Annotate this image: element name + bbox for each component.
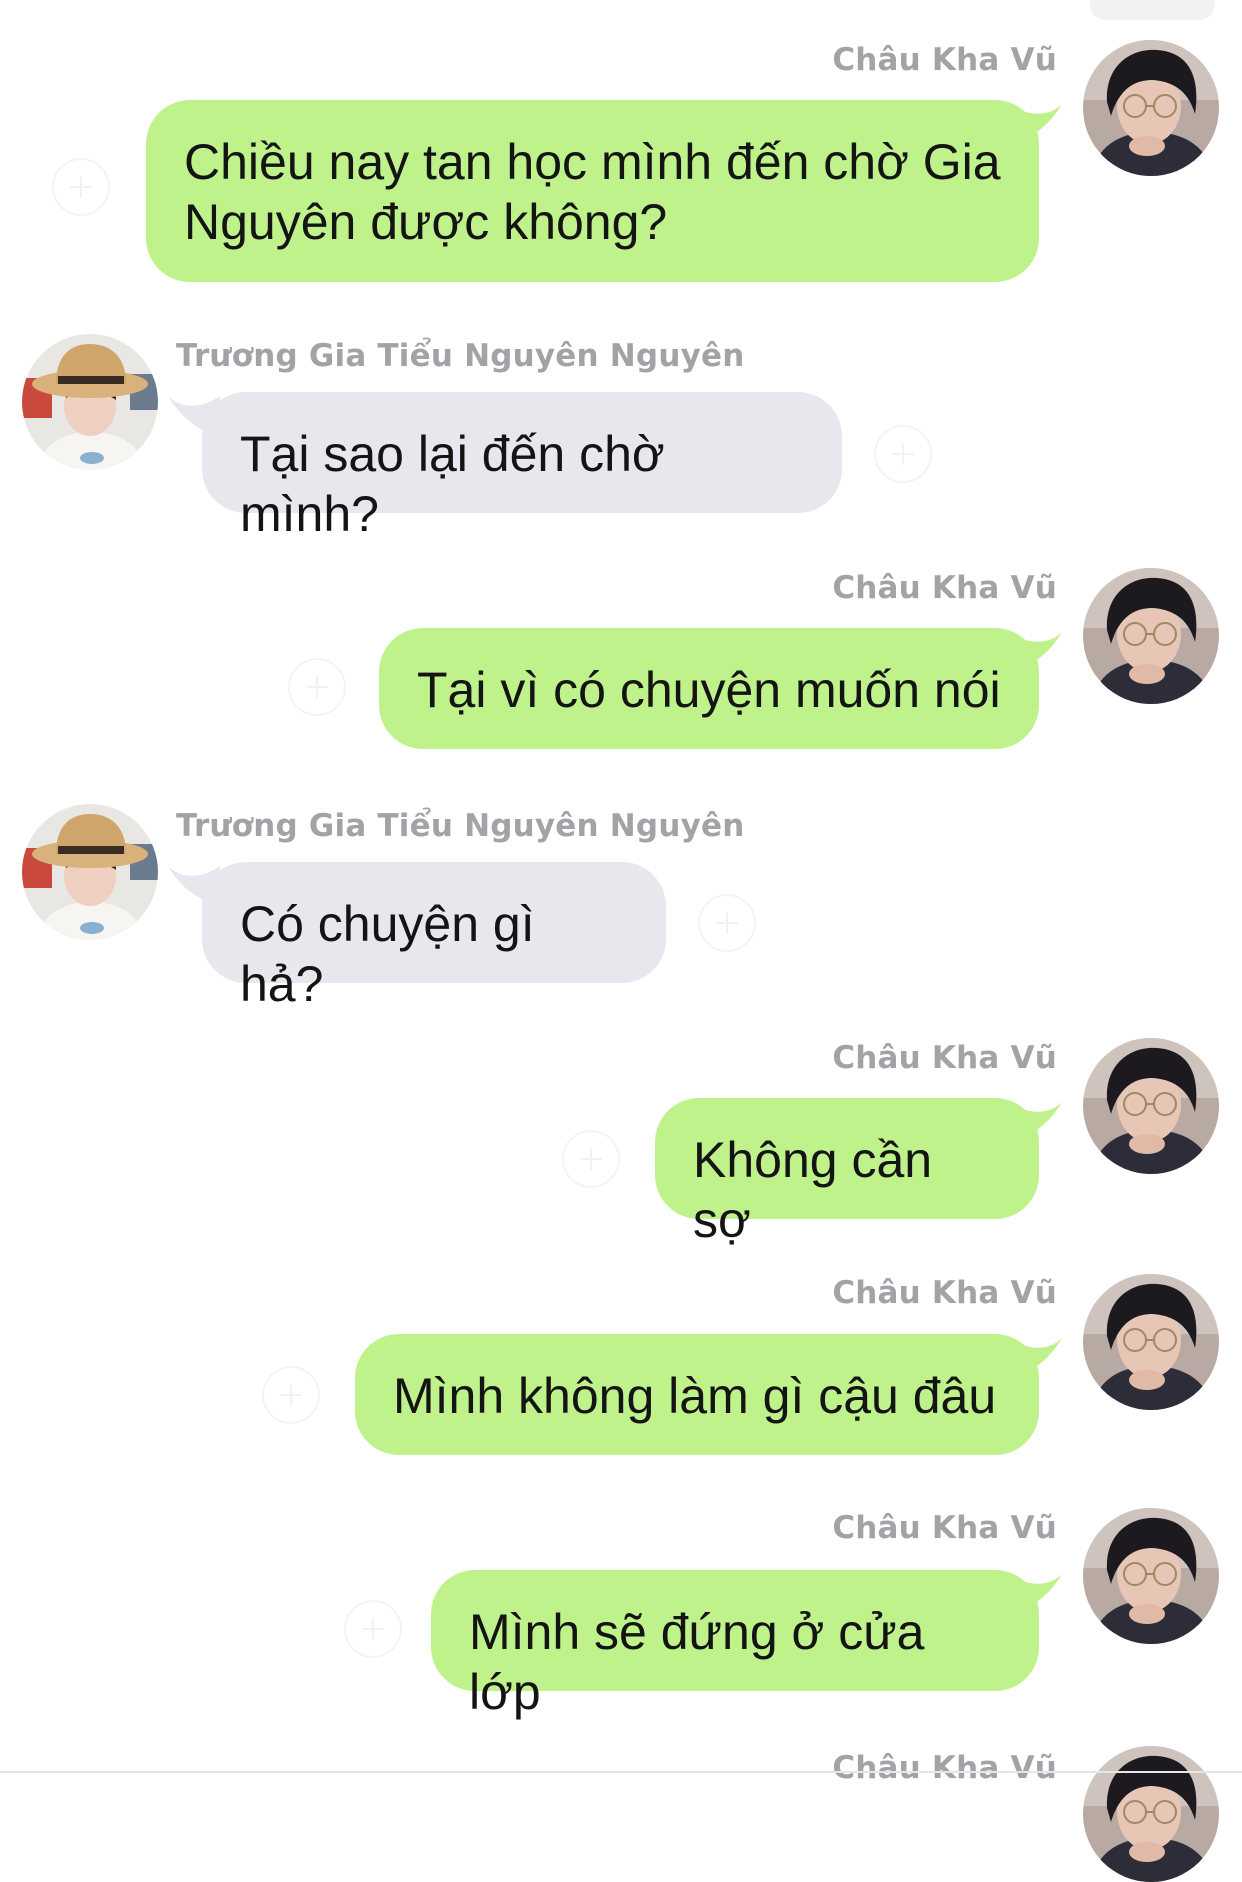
sender-avatar[interactable] (1083, 1038, 1219, 1174)
sender-name: Châu Kha Vũ (832, 1750, 1057, 1786)
message-text-line: Chiều nay tan học mình đến chờ Gia (184, 134, 1001, 190)
message-text-line: Có chuyện gì hả? (240, 896, 535, 1012)
sender-name: Châu Kha Vũ (832, 1510, 1057, 1546)
message-bubble[interactable]: Tại sao lại đến chờ mình? (202, 392, 842, 542)
sender-name: Châu Kha Vũ (832, 1275, 1057, 1311)
sender-name: Trương Gia Tiểu Nguyên Nguyên (176, 338, 745, 374)
bubble-tail (1010, 104, 1062, 144)
add-reaction-icon[interactable] (288, 658, 346, 716)
bubble-tail (1010, 1102, 1062, 1142)
sender-name: Châu Kha Vũ (832, 42, 1057, 78)
message-bubble[interactable]: Tại vì có chuyện muốn nói (379, 628, 1039, 749)
message-text-line: Không cần sợ (693, 1132, 933, 1248)
sender-avatar[interactable] (1083, 40, 1219, 176)
bubble-tail (1010, 1338, 1062, 1378)
sender-avatar[interactable] (1083, 568, 1219, 704)
add-reaction-icon[interactable] (698, 894, 756, 952)
sender-avatar[interactable] (1083, 1274, 1219, 1410)
message-bubble[interactable]: Không cần sợ (655, 1098, 1039, 1248)
message-text-line: Mình sẽ đứng ở cửa lớp (469, 1604, 925, 1720)
bubble-tail (1010, 632, 1062, 672)
sender-avatar[interactable] (22, 804, 158, 940)
sender-name: Châu Kha Vũ (832, 1040, 1057, 1076)
message-bubble[interactable]: Mình sẽ đứng ở cửa lớp (431, 1570, 1039, 1720)
message-text-line: Nguyên được không? (184, 194, 668, 250)
message-text-line: Tại sao lại đến chờ mình? (240, 426, 665, 542)
message-text-line: Tại vì có chuyện muốn nói (417, 662, 1001, 718)
add-reaction-icon[interactable] (874, 425, 932, 483)
message-bubble[interactable]: Có chuyện gì hả? (202, 862, 666, 1012)
bubble-tail (168, 396, 220, 436)
add-reaction-icon[interactable] (52, 158, 110, 216)
divider (0, 1771, 1242, 1773)
message-bubble[interactable]: Mình không làm gì cậu đâu (355, 1334, 1039, 1455)
sender-name: Châu Kha Vũ (832, 570, 1057, 606)
bubble-tail (1010, 1574, 1062, 1614)
add-reaction-icon[interactable] (262, 1366, 320, 1424)
sender-avatar[interactable] (1083, 1508, 1219, 1644)
message-text-line: Mình không làm gì cậu đâu (393, 1368, 997, 1424)
sender-avatar[interactable] (22, 334, 158, 470)
add-reaction-icon[interactable] (344, 1600, 402, 1658)
add-reaction-icon[interactable] (562, 1130, 620, 1188)
bubble-tail (168, 866, 220, 906)
sender-avatar[interactable] (1083, 1746, 1219, 1882)
sender-name: Trương Gia Tiểu Nguyên Nguyên (176, 808, 745, 844)
top-status-pill (1090, 0, 1215, 20)
message-bubble[interactable]: Chiều nay tan học mình đến chờ Gia Nguyê… (146, 100, 1039, 282)
